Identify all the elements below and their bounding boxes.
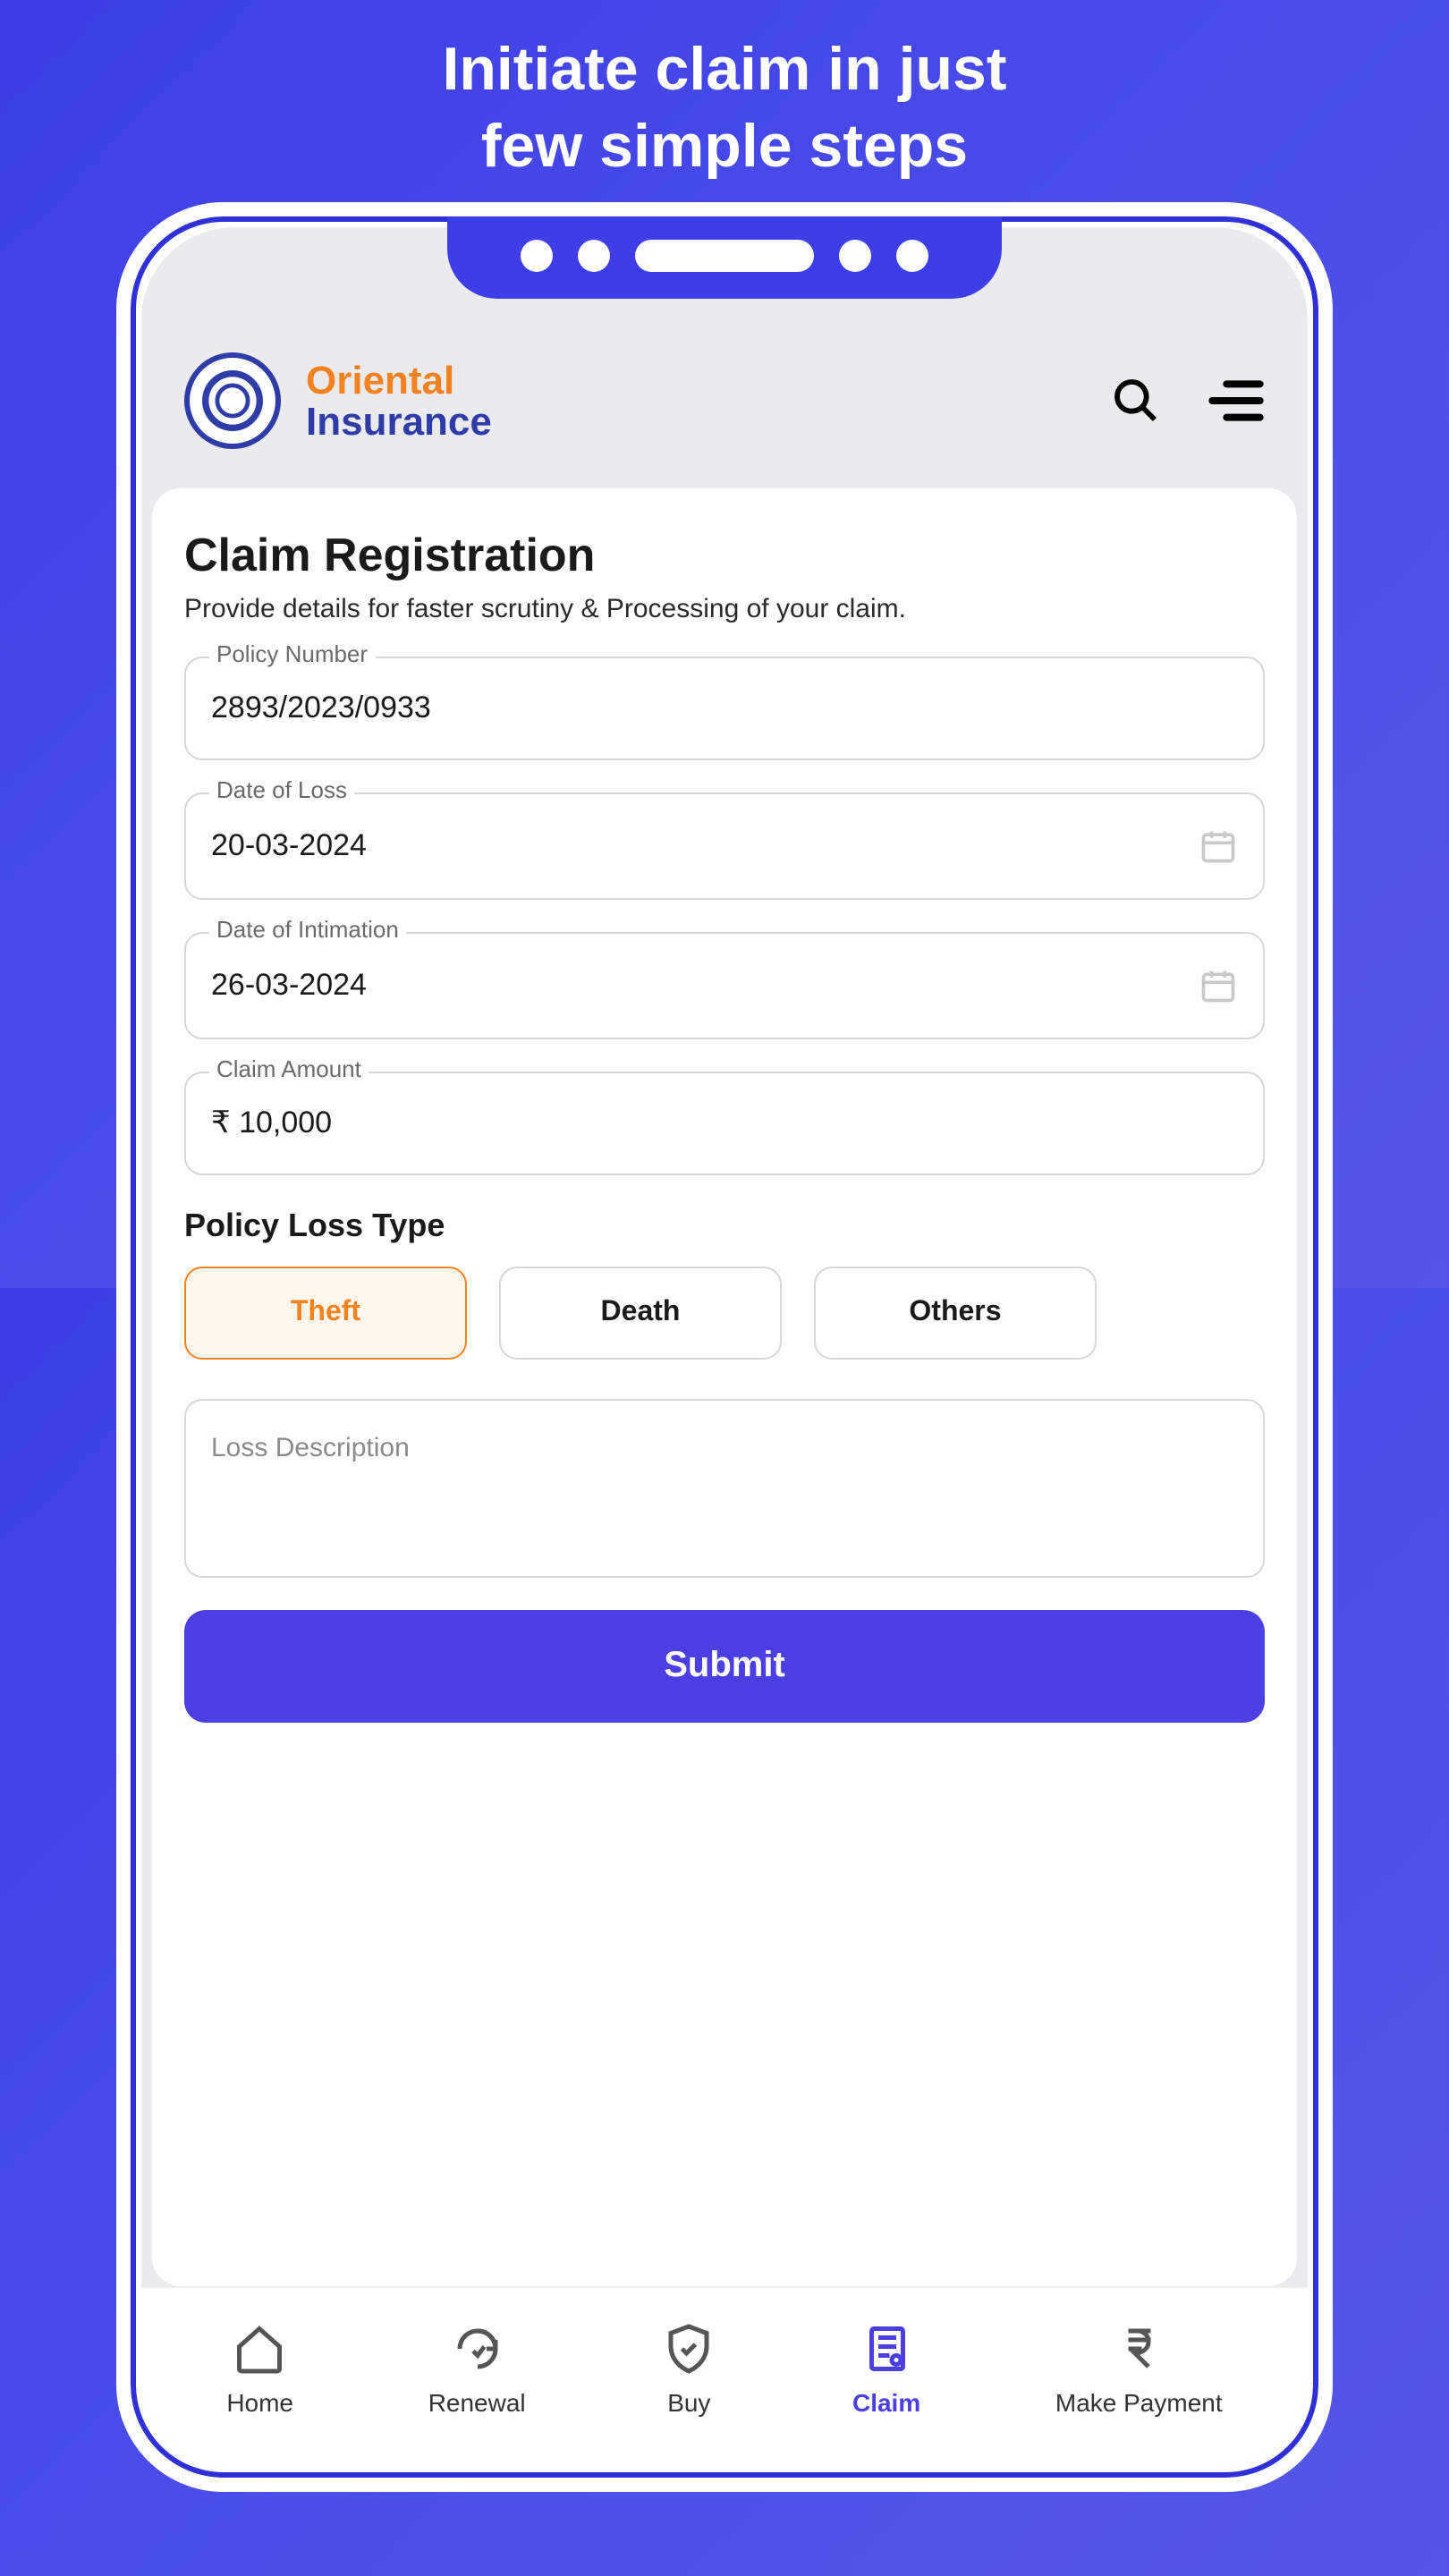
policy-number-value: 2893/2023/0933 <box>211 691 431 726</box>
search-icon[interactable] <box>1111 376 1161 426</box>
home-icon <box>232 2320 289 2377</box>
company-name: Oriental Insurance <box>306 360 492 442</box>
nav-buy-label: Buy <box>667 2388 710 2417</box>
renewal-icon <box>448 2320 505 2377</box>
claim-icon <box>858 2320 915 2377</box>
date-of-intimation-value: 26-03-2024 <box>211 968 367 1004</box>
date-of-loss-field[interactable]: Date of Loss 20-03-2024 <box>184 792 1265 900</box>
page-title: Claim Registration <box>184 528 1265 583</box>
nav-renewal-label: Renewal <box>428 2388 526 2417</box>
loss-type-label: Policy Loss Type <box>184 1208 1265 1245</box>
nav-claim[interactable]: Claim <box>852 2320 920 2417</box>
loss-description-field[interactable]: Loss Description <box>184 1399 1265 1578</box>
hero-headline: Initiate claim in just few simple steps <box>442 0 1006 202</box>
claim-amount-label: Claim Amount <box>209 1055 369 1082</box>
company-name-line1: Oriental <box>306 360 492 401</box>
buy-icon <box>660 2320 717 2377</box>
bottom-nav: Home Renewal Buy Claim Make Payment <box>141 2286 1308 2467</box>
company-name-line2: Insurance <box>306 401 492 442</box>
phone-notch <box>447 213 1002 299</box>
content-card: Claim Registration Provide details for f… <box>152 488 1297 2286</box>
hero-line2: few simple steps <box>481 112 968 180</box>
nav-make-payment-label: Make Payment <box>1055 2388 1223 2417</box>
claim-amount-field[interactable]: Claim Amount ₹ 10,000 <box>184 1072 1265 1175</box>
calendar-icon[interactable] <box>1199 966 1238 1005</box>
phone-frame: Oriental Insurance Claim Registration Pr… <box>116 202 1333 2492</box>
policy-number-field[interactable]: Policy Number 2893/2023/0933 <box>184 657 1265 760</box>
loss-description-placeholder: Loss Description <box>211 1433 410 1463</box>
nav-home-label: Home <box>226 2388 293 2417</box>
date-of-intimation-label: Date of Intimation <box>209 916 406 943</box>
loss-type-theft[interactable]: Theft <box>184 1267 467 1360</box>
date-of-loss-label: Date of Loss <box>209 776 354 803</box>
claim-amount-value: ₹ 10,000 <box>211 1106 332 1141</box>
loss-type-death[interactable]: Death <box>499 1267 782 1360</box>
hero-line1: Initiate claim in just <box>442 36 1006 104</box>
calendar-icon[interactable] <box>1199 826 1238 866</box>
date-of-loss-value: 20-03-2024 <box>211 828 367 864</box>
loss-type-chips: Theft Death Others <box>184 1267 1265 1360</box>
page-subtitle: Provide details for faster scrutiny & Pr… <box>184 594 1265 624</box>
submit-button[interactable]: Submit <box>184 1610 1265 1723</box>
nav-claim-label: Claim <box>852 2388 920 2417</box>
rupee-icon <box>1110 2320 1167 2377</box>
company-logo-icon <box>184 352 281 449</box>
nav-renewal[interactable]: Renewal <box>428 2320 526 2417</box>
loss-type-others[interactable]: Others <box>814 1267 1097 1360</box>
phone-screen: Oriental Insurance Claim Registration Pr… <box>141 227 1308 2467</box>
nav-home[interactable]: Home <box>226 2320 293 2417</box>
policy-number-label: Policy Number <box>209 640 375 667</box>
nav-make-payment[interactable]: Make Payment <box>1055 2320 1223 2417</box>
menu-icon[interactable] <box>1208 376 1265 426</box>
date-of-intimation-field[interactable]: Date of Intimation 26-03-2024 <box>184 932 1265 1039</box>
nav-buy[interactable]: Buy <box>660 2320 717 2417</box>
